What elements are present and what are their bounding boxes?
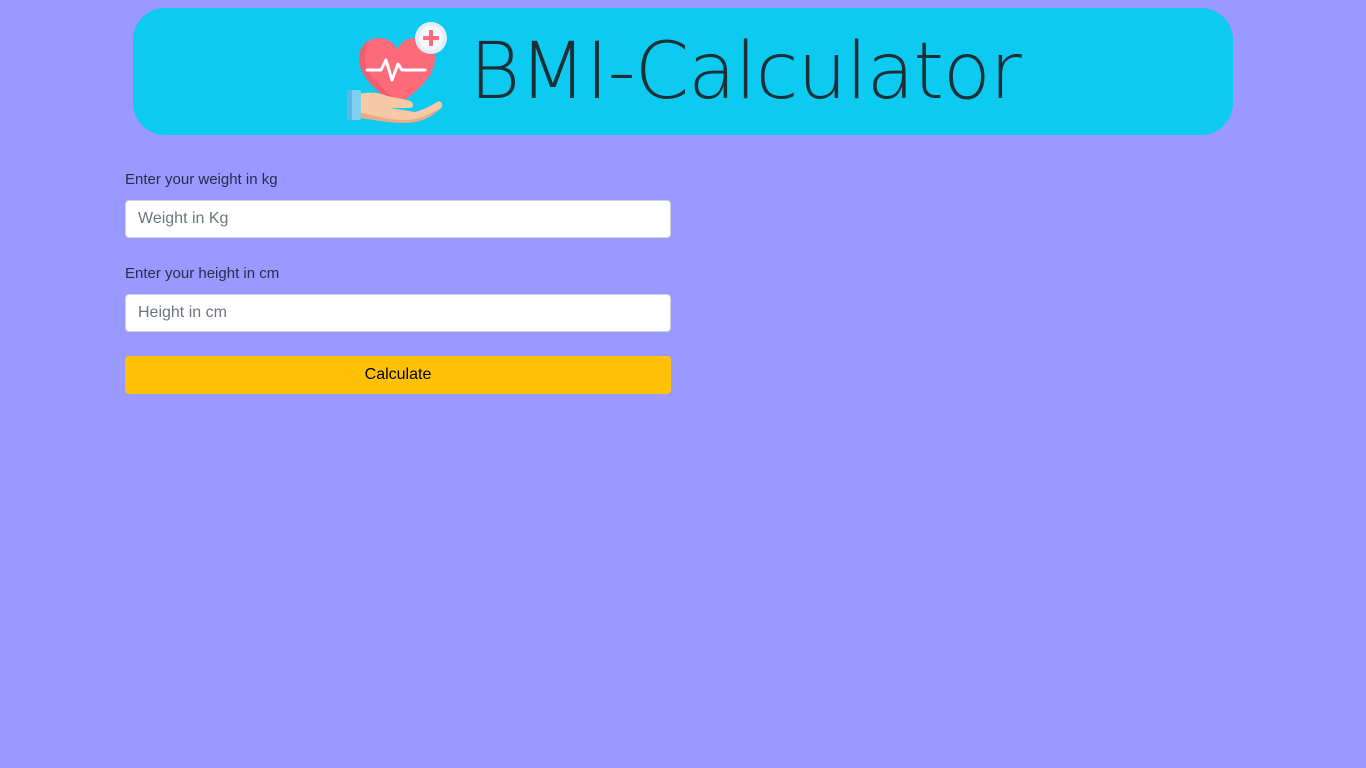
- heart-in-hand-icon: [347, 21, 448, 123]
- weight-input[interactable]: [125, 200, 671, 238]
- bmi-form: Enter your weight in kg Enter your heigh…: [125, 170, 671, 394]
- calculate-button[interactable]: Calculate: [125, 356, 671, 394]
- height-input[interactable]: [125, 294, 671, 332]
- weight-field-group: Enter your weight in kg: [125, 170, 671, 238]
- header-content: BMI-Calculator: [345, 20, 1022, 124]
- weight-label: Enter your weight in kg: [125, 171, 278, 188]
- height-field-group: Enter your height in cm: [125, 264, 671, 332]
- height-label: Enter your height in cm: [125, 265, 280, 282]
- header-banner: BMI-Calculator: [133, 8, 1233, 135]
- page-title: BMI-Calculator: [469, 26, 1022, 117]
